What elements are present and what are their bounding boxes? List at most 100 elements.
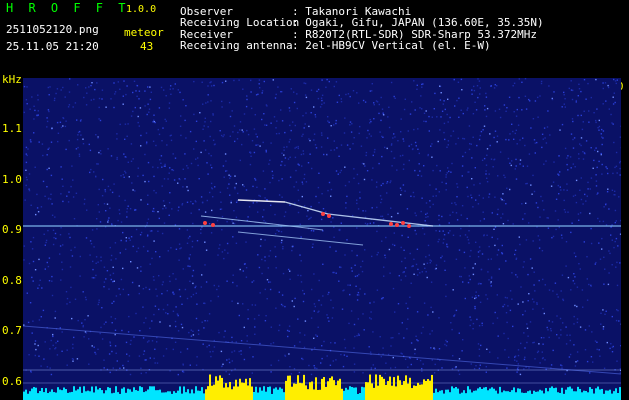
noise-dot	[222, 165, 225, 167]
noise-dot	[353, 137, 355, 139]
noise-dot	[603, 283, 605, 285]
noise-dot	[613, 78, 615, 81]
noise-dot	[601, 128, 603, 131]
noise-dot	[455, 203, 457, 206]
noise-dot	[261, 118, 263, 121]
noise-dot	[461, 350, 463, 352]
noise-dot	[302, 133, 304, 136]
noise-dot	[538, 343, 540, 345]
noise-dot	[537, 235, 539, 237]
noise-dot	[89, 171, 91, 174]
noise-dot	[34, 166, 36, 168]
noise-dot	[169, 167, 171, 169]
power-bar	[591, 388, 593, 400]
noise-dot	[544, 137, 546, 139]
noise-dot	[502, 305, 504, 308]
power-bar	[223, 387, 225, 400]
power-bar	[481, 388, 483, 400]
noise-dot	[369, 302, 371, 304]
noise-dot	[552, 349, 554, 352]
noise-dot	[313, 303, 316, 305]
power-bar	[201, 387, 203, 400]
noise-dot	[230, 200, 232, 202]
noise-dot	[178, 288, 181, 291]
power-bar	[285, 380, 287, 400]
noise-dot	[539, 362, 541, 364]
noise-dot	[153, 279, 155, 281]
noise-dot	[444, 343, 446, 346]
noise-dot	[210, 182, 213, 185]
noise-dot	[168, 275, 171, 278]
noise-dot	[494, 84, 496, 86]
noise-dot	[485, 96, 488, 98]
noise-dot	[97, 137, 99, 139]
noise-dot	[113, 183, 115, 185]
noise-dot	[138, 355, 141, 357]
noise-dot	[488, 193, 491, 195]
power-bar	[321, 378, 323, 400]
noise-dot	[160, 162, 162, 164]
noise-dot	[323, 153, 325, 156]
noise-dot	[488, 196, 490, 198]
power-bar	[593, 393, 595, 400]
noise-dot	[74, 298, 77, 300]
noise-dot	[384, 254, 386, 256]
noise-dot	[119, 252, 121, 254]
power-bar	[409, 377, 411, 400]
power-bar	[315, 377, 317, 400]
noise-dot	[292, 121, 294, 123]
noise-dot	[598, 349, 600, 351]
noise-dot	[153, 210, 155, 213]
power-bar	[237, 386, 239, 400]
noise-dot	[408, 145, 410, 147]
power-bar	[415, 385, 417, 400]
noise-dot	[545, 160, 547, 162]
noise-dot	[557, 184, 559, 187]
noise-dot	[128, 237, 130, 239]
noise-dot	[64, 125, 67, 128]
noise-dot	[594, 340, 597, 342]
power-bar	[403, 381, 405, 400]
noise-dot	[318, 299, 320, 302]
noise-dot	[43, 233, 45, 235]
noise-dot	[585, 98, 587, 100]
noise-dot	[181, 370, 184, 373]
noise-dot	[392, 243, 394, 246]
noise-dot	[496, 213, 499, 216]
noise-dot	[441, 181, 443, 183]
noise-dot	[543, 337, 545, 339]
noise-dot	[517, 124, 520, 126]
noise-dot	[120, 221, 123, 223]
noise-dot	[430, 306, 432, 309]
noise-dot	[489, 144, 491, 147]
power-bar	[475, 390, 477, 400]
noise-dot	[504, 296, 507, 299]
noise-dot	[177, 209, 179, 212]
noise-dot	[472, 267, 474, 269]
noise-dot	[483, 234, 485, 236]
noise-dot	[414, 212, 416, 214]
noise-dot	[78, 153, 81, 155]
noise-dot	[364, 210, 367, 212]
noise-dot	[599, 258, 602, 260]
noise-dot	[565, 265, 567, 267]
power-bar	[539, 389, 541, 400]
noise-dot	[38, 319, 41, 321]
noise-dot	[72, 196, 75, 198]
noise-dot	[47, 148, 49, 150]
noise-dot	[23, 111, 25, 114]
noise-dot	[532, 342, 534, 344]
noise-dot	[308, 218, 310, 220]
noise-dot	[471, 89, 473, 91]
noise-dot	[321, 357, 323, 360]
power-bar	[255, 386, 257, 400]
power-bar	[257, 392, 259, 400]
power-bar	[337, 380, 339, 400]
noise-dot	[239, 129, 241, 131]
noise-dot	[186, 229, 189, 231]
noise-dot	[548, 289, 551, 291]
noise-dot	[392, 356, 394, 359]
noise-dot	[186, 297, 189, 300]
noise-dot	[410, 282, 412, 284]
noise-dot	[253, 280, 255, 282]
